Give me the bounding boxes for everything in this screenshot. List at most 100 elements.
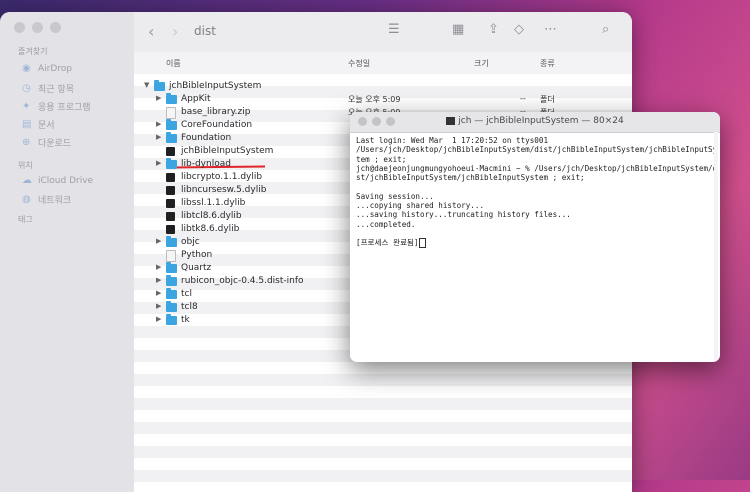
search-icon[interactable]: ⌕ bbox=[602, 22, 609, 37]
file-name: jchBibleInputSystem bbox=[169, 81, 262, 91]
file-row[interactable]: ▼ jchBibleInputSystem bbox=[134, 80, 632, 93]
file-name: base_library.zip bbox=[181, 107, 251, 117]
close-button[interactable] bbox=[14, 22, 25, 33]
terminal-scrollbar[interactable] bbox=[714, 132, 718, 360]
column-date[interactable]: 수정일 bbox=[348, 58, 370, 69]
sidebar-item-airdrop[interactable]: ◉ AirDrop bbox=[22, 63, 73, 75]
executable-icon bbox=[166, 147, 175, 156]
folder-icon bbox=[166, 119, 177, 130]
file-name: tcl bbox=[181, 289, 192, 299]
disclosure-closed-icon[interactable]: ▶ bbox=[156, 237, 164, 245]
sidebar-item-documents[interactable]: ▤ 문서 bbox=[22, 118, 55, 131]
disclosure-closed-icon[interactable]: ▶ bbox=[156, 276, 164, 284]
terminal-line: jch@daejeonjungmungyohoeui-Macmini ~ % /… bbox=[356, 164, 714, 173]
terminal-line-text: jch@daejeonjungmungyohoeui-Macmini ~ % /… bbox=[356, 163, 714, 173]
file-name: Quartz bbox=[181, 263, 212, 273]
sidebar-item-network[interactable]: ◍ 네트워크 bbox=[22, 193, 71, 206]
folder-icon bbox=[166, 93, 177, 104]
terminal-line-text: st/jchBibleInputSystem/jchBibleInputSyst… bbox=[356, 173, 585, 183]
executable-icon bbox=[166, 225, 175, 234]
tag-icon[interactable]: ◇ bbox=[514, 22, 524, 37]
file-name: rubicon_objc-0.4.5.dist-info bbox=[181, 276, 304, 286]
back-button[interactable]: ‹ bbox=[148, 22, 154, 41]
terminal-line: Saving session... bbox=[356, 192, 714, 201]
sidebar-item-label: AirDrop bbox=[38, 64, 73, 74]
sidebar-item-applications[interactable]: ✦ 응용 프로그램 bbox=[22, 100, 91, 113]
disclosure-closed-icon[interactable]: ▶ bbox=[156, 133, 164, 141]
folder-icon bbox=[166, 288, 177, 299]
group-icon[interactable]: ▦ bbox=[452, 22, 464, 37]
terminal-line-text: tem ; exit; bbox=[356, 154, 407, 164]
terminal-window: jch — jchBibleInputSystem — 80×24 Last l… bbox=[350, 112, 720, 362]
terminal-line: Last login: Wed Mar 1 17:20:52 on ttys00… bbox=[356, 136, 714, 145]
terminal-title: jch — jchBibleInputSystem — 80×24 bbox=[350, 116, 720, 126]
sidebar-item-recents[interactable]: ◷ 최근 항목 bbox=[22, 82, 74, 95]
terminal-line: st/jchBibleInputSystem/jchBibleInputSyst… bbox=[356, 173, 714, 182]
sidebar-item-label: 네트워크 bbox=[38, 196, 72, 206]
file-icon bbox=[166, 250, 176, 262]
disclosure-closed-icon[interactable]: ▶ bbox=[156, 263, 164, 271]
airdrop-icon: ◉ bbox=[22, 63, 31, 74]
sidebar-section-tags: 태그 bbox=[18, 215, 33, 224]
zoom-button[interactable] bbox=[50, 22, 61, 33]
window-title: dist bbox=[194, 24, 216, 38]
column-size[interactable]: 크기 bbox=[474, 58, 489, 69]
disclosure-open-icon[interactable]: ▼ bbox=[144, 81, 152, 89]
folder-icon bbox=[166, 314, 177, 325]
terminal-output[interactable]: Last login: Wed Mar 1 17:20:52 on ttys00… bbox=[356, 136, 714, 358]
window-controls bbox=[14, 22, 61, 33]
minimize-button[interactable] bbox=[32, 22, 43, 33]
terminal-line-text: Saving session... bbox=[356, 191, 434, 201]
terminal-line-text: ...copying shared history... bbox=[356, 201, 485, 211]
list-view-icon[interactable]: ☰ bbox=[388, 22, 400, 37]
file-name: Python bbox=[181, 250, 213, 260]
folder-icon bbox=[166, 158, 177, 169]
more-actions-icon[interactable]: ⋯ bbox=[544, 22, 557, 37]
terminal-line-text: ...saving history...truncating history f… bbox=[356, 210, 571, 220]
home-folder-icon bbox=[446, 116, 456, 125]
file-name: CoreFoundation bbox=[181, 120, 253, 130]
sidebar-item-label: 문서 bbox=[38, 121, 55, 131]
sidebar-item-icloud[interactable]: ☁ iCloud Drive bbox=[22, 175, 94, 187]
cloud-icon: ☁ bbox=[22, 175, 32, 186]
executable-icon bbox=[166, 173, 175, 182]
file-name: lib-dynload bbox=[181, 159, 231, 169]
executable-icon bbox=[166, 212, 175, 221]
clock-icon: ◷ bbox=[22, 82, 31, 94]
disclosure-closed-icon[interactable]: ▶ bbox=[156, 289, 164, 297]
disclosure-closed-icon[interactable]: ▶ bbox=[156, 94, 164, 102]
file-name: tcl8 bbox=[181, 302, 198, 312]
finder-sidebar: 즐겨찾기 ◉ AirDrop ◷ 최근 항목 ✦ 응용 프로그램 ▤ 문서 ⊕ … bbox=[0, 12, 134, 492]
column-name[interactable]: 이름 bbox=[166, 58, 181, 69]
forward-button[interactable]: › bbox=[172, 22, 178, 41]
file-name: objc bbox=[181, 237, 200, 247]
file-row[interactable]: ▶ AppKit bbox=[134, 93, 632, 106]
executable-icon bbox=[166, 199, 175, 208]
file-name: AppKit bbox=[181, 94, 211, 104]
file-name: jchBibleInputSystem bbox=[181, 146, 274, 156]
disclosure-closed-icon[interactable]: ▶ bbox=[156, 120, 164, 128]
terminal-line: /Users/jch/Desktop/jchBibleInputSystem/d… bbox=[356, 145, 714, 154]
column-kind[interactable]: 종류 bbox=[540, 58, 555, 69]
sidebar-section-locations: 위치 bbox=[18, 161, 33, 170]
disclosure-closed-icon[interactable]: ▶ bbox=[156, 315, 164, 323]
folder-icon bbox=[154, 80, 165, 91]
terminal-line-text: Last login: Wed Mar 1 17:20:52 on ttys00… bbox=[356, 136, 549, 145]
sidebar-section-favorites: 즐겨찾기 bbox=[18, 47, 48, 56]
globe-icon: ◍ bbox=[22, 193, 31, 205]
terminal-line: tem ; exit; bbox=[356, 155, 714, 164]
file-name: tk bbox=[181, 315, 190, 325]
sidebar-item-downloads[interactable]: ⊕ 다운로드 bbox=[22, 136, 71, 149]
disclosure-closed-icon[interactable]: ▶ bbox=[156, 302, 164, 310]
finder-toolbar: ‹ › dist ☰ ▦ ⇪ ◇ ⋯ ⌕ bbox=[134, 12, 632, 53]
sidebar-item-label: iCloud Drive bbox=[38, 176, 94, 186]
file-icon bbox=[166, 107, 176, 119]
disclosure-closed-icon[interactable]: ▶ bbox=[156, 159, 164, 167]
folder-icon bbox=[166, 262, 177, 273]
file-name: libssl.1.1.dylib bbox=[181, 198, 246, 208]
terminal-titlebar: jch — jchBibleInputSystem — 80×24 bbox=[350, 112, 720, 133]
share-icon[interactable]: ⇪ bbox=[488, 22, 499, 37]
text-cursor bbox=[418, 238, 426, 249]
file-name: libtk8.6.dylib bbox=[181, 224, 240, 234]
